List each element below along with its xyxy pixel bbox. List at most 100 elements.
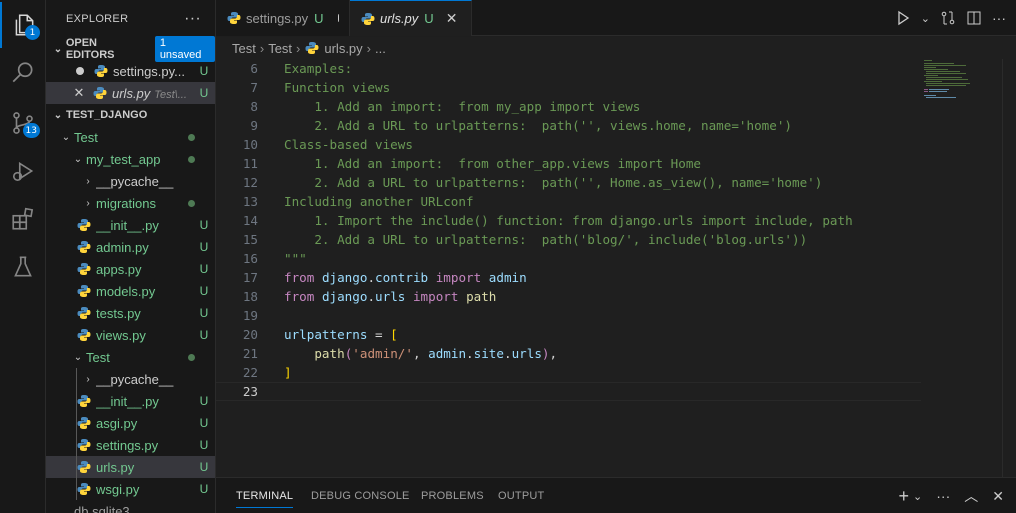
function-token: path [466, 289, 497, 304]
code-text: Examples: [284, 61, 353, 76]
line-number: 18 [242, 289, 258, 304]
unsaved-dot-icon[interactable] [76, 67, 84, 75]
tab-terminal[interactable]: TERMINAL [236, 478, 294, 513]
maximize-panel-icon[interactable]: ︿ [964, 486, 978, 506]
keyword-token: import [435, 270, 482, 285]
tab-output[interactable]: OUTPUT [498, 478, 544, 513]
activity-bar: 1 13 [0, 0, 46, 513]
source-control-icon[interactable]: 13 [0, 100, 46, 146]
tree-file-db[interactable]: db.sqlite3 [46, 500, 215, 513]
operator-token: = [367, 327, 391, 342]
code-line: 8 1. Add an import: from my_app import v… [216, 97, 921, 116]
module-token: django [321, 289, 368, 304]
tree-folder-test-inner[interactable]: ⌄ Test [46, 346, 215, 368]
tree-label: models.py [96, 283, 156, 299]
minimap[interactable] [924, 59, 994, 119]
tree-folder-my-test-app[interactable]: ⌄ my_test_app [46, 148, 215, 170]
function-token: path [314, 346, 345, 361]
line-number: 8 [250, 99, 258, 114]
tree-folder-pycache[interactable]: › __pycache__ [46, 170, 215, 192]
tree-file-admin[interactable]: admin.py U [46, 236, 215, 258]
breadcrumb-item[interactable]: ... [375, 41, 386, 56]
breadcrumb-item[interactable]: Test [268, 41, 292, 56]
indent-guide [76, 368, 77, 390]
tab-problems[interactable]: PROBLEMS [421, 478, 484, 513]
chevron-right-icon: › [366, 40, 372, 56]
chevron-right-icon: › [259, 40, 265, 56]
tree-file-init-2[interactable]: __init__.py U [46, 390, 215, 412]
tree-file-views[interactable]: views.py U [46, 324, 215, 346]
python-file-icon [77, 395, 91, 407]
unsaved-badge: 1 unsaved [154, 36, 215, 62]
open-editor-settings[interactable]: settings.py... U [46, 60, 215, 82]
code-text: from django.contrib import admin [284, 270, 527, 285]
module-token: contrib [375, 270, 429, 285]
tree-file-tests[interactable]: tests.py U [46, 302, 215, 324]
testing-icon[interactable] [0, 244, 46, 290]
breadcrumb: Test › Test › urls.py › ... [216, 37, 1016, 59]
code-line: 10 Class-based views [216, 135, 921, 154]
tree-file-init[interactable]: __init__.py U [46, 214, 215, 236]
tab-settings[interactable]: settings.py U [216, 0, 350, 36]
tree-file-urls[interactable]: urls.py U [46, 456, 215, 478]
more-actions-icon[interactable]: ··· [992, 10, 1006, 26]
open-editor-urls[interactable]: ✕ urls.py Test\... U [46, 82, 215, 104]
extensions-icon[interactable] [0, 196, 46, 242]
code-text: 2. Add a URL to urlpatterns: path('', vi… [284, 118, 792, 133]
keyword-token: from [284, 289, 315, 304]
tab-label: urls.py [380, 11, 419, 26]
run-icon[interactable] [895, 10, 911, 26]
untracked-status: U [199, 394, 209, 408]
open-editors-title: OPEN EDITORS [65, 37, 115, 61]
bracket-token: [ [390, 327, 398, 342]
explorer-icon[interactable]: 1 [0, 2, 46, 48]
line-number: 13 [242, 194, 258, 209]
project-section[interactable]: ⌄ TEST_DJANGO [46, 104, 215, 126]
close-icon[interactable]: ✕ [992, 488, 1004, 505]
untracked-status: U [199, 218, 209, 232]
tree-file-wsgi[interactable]: wsgi.py U [46, 478, 215, 500]
close-icon[interactable]: ✕ [72, 85, 86, 101]
chevron-right-icon: › [86, 197, 90, 209]
vertical-scrollbar[interactable] [1002, 59, 1016, 477]
chevron-down-icon: ⌄ [53, 109, 63, 121]
code-line: 17 from django.contrib import admin [216, 268, 921, 287]
unsaved-dot-icon[interactable] [337, 14, 339, 22]
chevron-down-icon[interactable]: ⌄ [913, 490, 922, 503]
breadcrumb-item[interactable]: urls.py [324, 41, 362, 56]
code-lines: 6 Examples: 7 Function views 8 1. Add an i… [216, 59, 921, 401]
tab-urls[interactable]: urls.py U ✕ [350, 0, 472, 36]
code-line: 21 path('admin/', admin.site.urls), [216, 344, 921, 363]
tree-file-asgi[interactable]: asgi.py U [46, 412, 215, 434]
untracked-status: U [199, 64, 209, 78]
tree-label: settings.py [96, 437, 159, 453]
tree-label: __init__.py [96, 393, 159, 409]
tree-file-settings[interactable]: settings.py U [46, 434, 215, 456]
open-changes-icon[interactable] [940, 10, 956, 26]
code-editor[interactable]: 6 Examples: 7 Function views 8 1. Add an i… [216, 59, 1016, 477]
python-file-icon [227, 12, 241, 24]
tab-debug-console[interactable]: DEBUG CONSOLE [311, 478, 410, 513]
tree-file-apps[interactable]: apps.py U [46, 258, 215, 280]
keyword-token: import [412, 289, 459, 304]
tree-folder-pycache-2[interactable]: › __pycache__ [46, 368, 215, 390]
more-actions-icon[interactable]: ··· [936, 488, 950, 504]
run-debug-icon[interactable] [0, 148, 46, 194]
chevron-right-icon: › [296, 40, 301, 56]
tree-label: admin.py [96, 239, 149, 255]
new-terminal-icon[interactable]: + [899, 486, 910, 507]
breadcrumb-item[interactable]: Test [232, 41, 256, 56]
open-editors-section[interactable]: ⌄ OPEN EDITORS 1 unsaved [46, 36, 215, 62]
search-icon[interactable] [0, 50, 46, 96]
split-editor-icon[interactable] [966, 10, 982, 26]
chevron-down-icon[interactable]: ⌄ [921, 12, 930, 25]
tree-folder-migrations[interactable]: › migrations [46, 192, 215, 214]
chevron-down-icon: ⌄ [73, 153, 83, 165]
module-token: urls [375, 289, 406, 304]
tree-folder-test[interactable]: ⌄ Test [46, 126, 215, 148]
more-actions-icon[interactable]: ··· [184, 10, 201, 28]
close-icon[interactable]: ✕ [446, 10, 458, 27]
bracket-token: ] [284, 365, 292, 380]
variable-token: admin [428, 346, 467, 361]
tree-file-models[interactable]: models.py U [46, 280, 215, 302]
